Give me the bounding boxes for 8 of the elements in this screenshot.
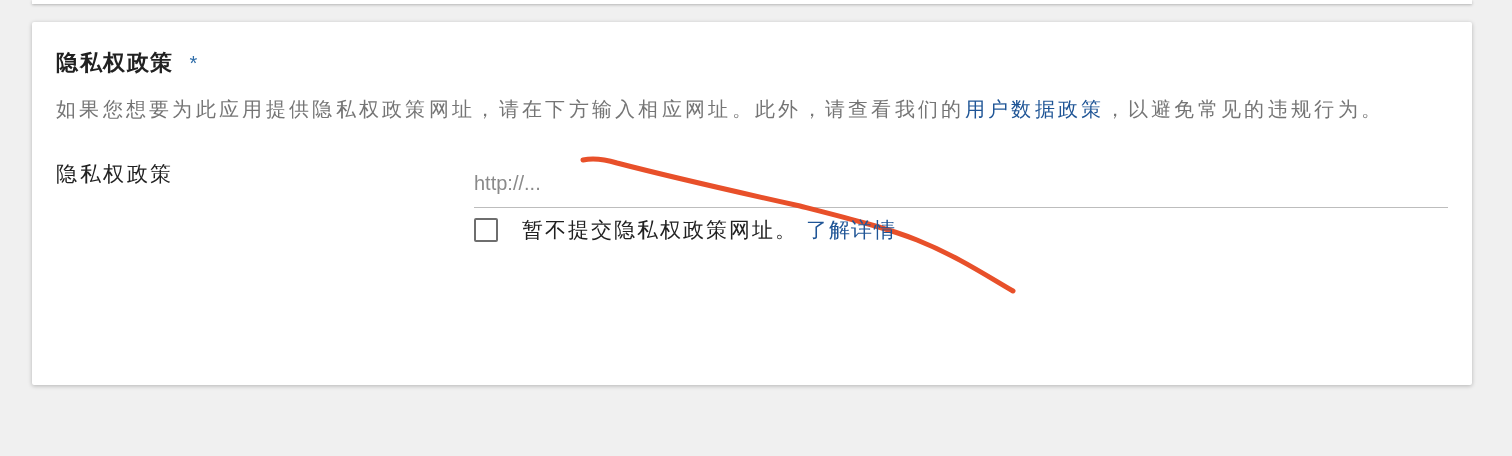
checkbox[interactable] <box>474 218 498 242</box>
section-title: 隐私权政策 <box>56 49 174 77</box>
checkbox-label: 暂不提交隐私权政策网址。 <box>522 217 798 243</box>
section-description: 如果您想要为此应用提供隐私权政策网址，请在下方输入相应网址。此外，请查看我们的 用户数据政策，以避免常见的违规行为。 <box>56 97 1386 122</box>
required-mark: * <box>189 52 198 75</box>
field-label: 隐私权政策 <box>56 161 175 187</box>
url-input-field[interactable]: http://... <box>474 154 1448 208</box>
user-data-policy-link[interactable]: 用户数据政策 <box>964 98 1105 120</box>
